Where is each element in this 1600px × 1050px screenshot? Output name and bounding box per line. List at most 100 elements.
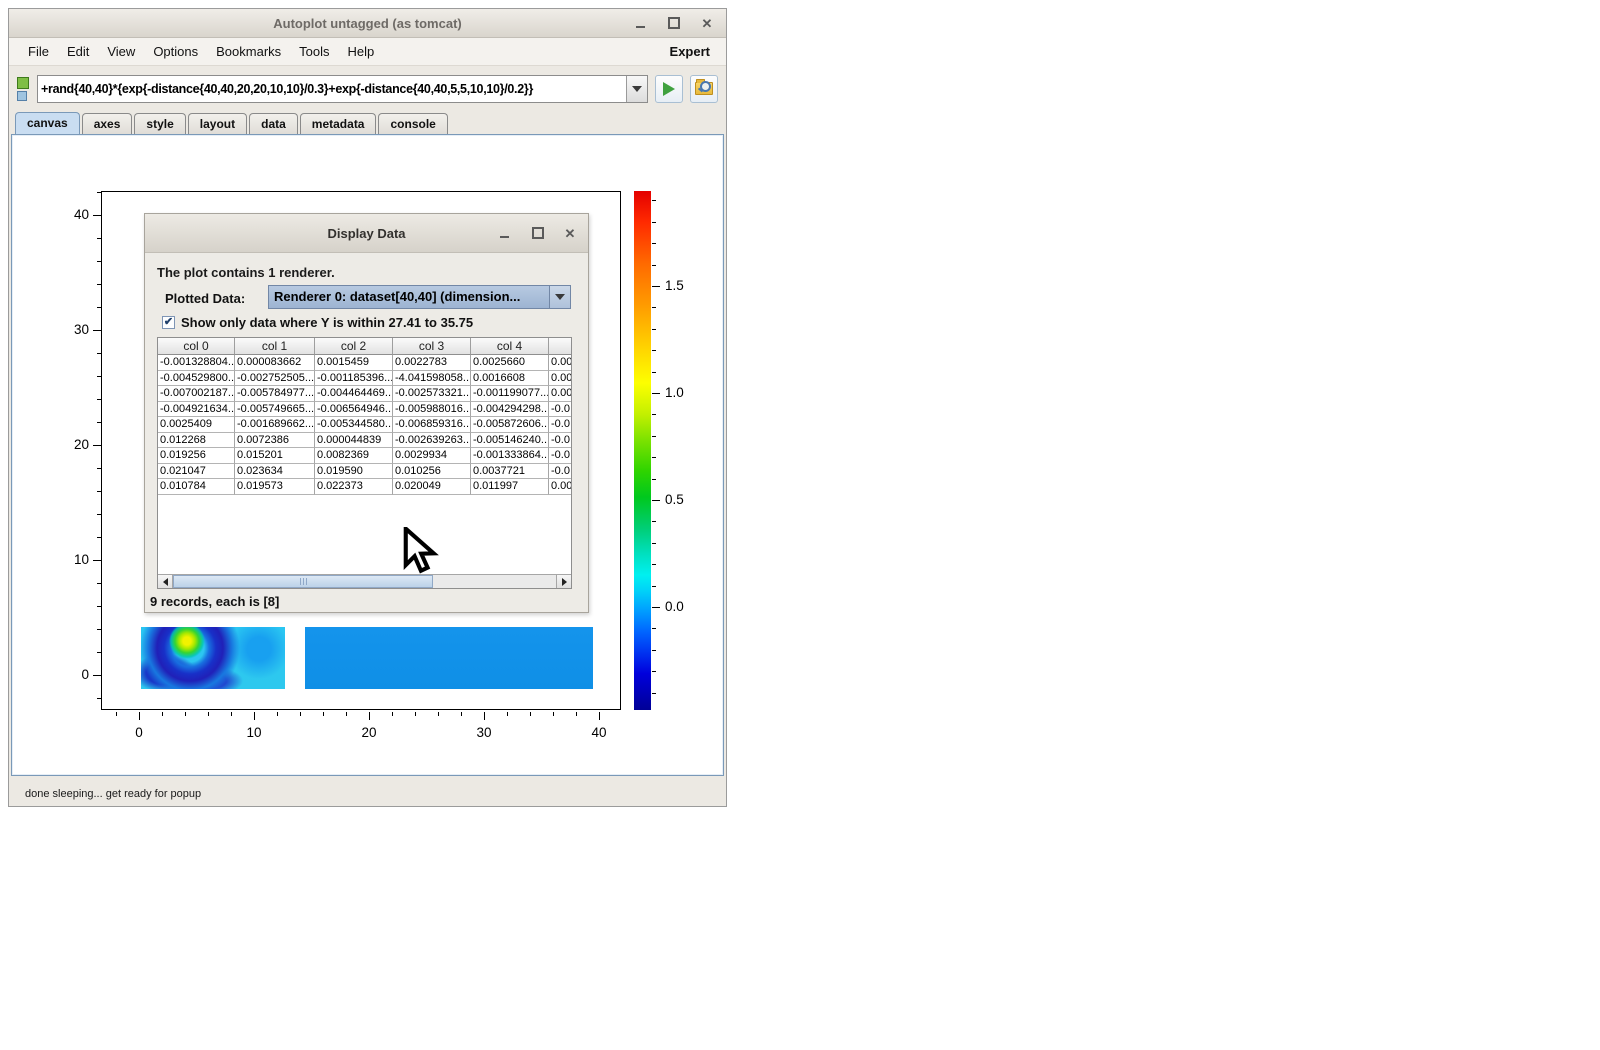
column-header[interactable]: col 3 [393,338,471,355]
table-row[interactable]: -0.004921634...-0.005749665...-0.0065649… [158,402,571,418]
colorbar-tick [652,693,656,694]
tab-layout[interactable]: layout [188,113,247,134]
table-cell: -0.002639263... [393,433,471,449]
horizontal-scrollbar[interactable] [158,574,571,588]
table-cell: -0.005988016... [393,402,471,418]
menu-options[interactable]: Options [144,40,207,63]
plot-canvas[interactable]: 4030201000102030401.51.00.50.0 Display D… [11,134,724,776]
menu-file[interactable]: File [19,40,58,63]
close-icon: ✕ [565,227,576,240]
table-cell: -0.001185396... [315,371,393,387]
dialog-close-button[interactable]: ✕ [562,225,578,241]
x-axis-tick [530,712,531,716]
y-axis-tick [97,238,101,239]
uri-dropdown-button[interactable] [626,76,647,102]
tab-data[interactable]: data [249,113,298,134]
y-axis-tick [97,491,101,492]
table-cell: -0.002573321... [393,386,471,402]
column-header[interactable] [549,338,571,355]
plotted-data-combobox[interactable]: Renderer 0: dataset[40,40] (dimension... [268,285,571,309]
x-axis-tick [139,712,140,720]
uri-combobox[interactable]: +rand{40,40}*{exp{-distance{40,40,20,20,… [37,75,648,103]
status-bar: done sleeping... get ready for popup [9,776,726,806]
x-axis-tick [116,712,117,716]
table-cell: -0.0 [549,448,571,464]
uri-input[interactable]: +rand{40,40}*{exp{-distance{40,40,20,20,… [38,76,626,102]
green-status-square-icon [17,77,29,89]
table-row[interactable]: -0.001328804...0.0000836620.00154590.002… [158,355,571,371]
blue-status-square-icon [17,91,27,101]
colorbar-tick [652,372,656,373]
menu-expert[interactable]: Expert [664,40,716,63]
tab-canvas[interactable]: canvas [15,112,80,134]
dialog-minimize-button[interactable] [496,225,512,241]
y-axis-tick [97,399,101,400]
colorbar-label: 1.5 [665,278,684,294]
table-cell: 0.022373 [315,479,393,495]
table-row[interactable]: 0.0192560.0152010.00823690.0029934-0.001… [158,448,571,464]
colorbar-tick [652,350,656,351]
y-axis-tick [97,629,101,630]
x-axis-tick [461,712,462,716]
table-cell: -0.005749665... [235,402,315,418]
y-axis-tick [97,284,101,285]
table-cell: -0.005146240... [471,433,549,449]
colorbar[interactable] [634,191,651,710]
minimize-icon [636,26,645,28]
folder-magnifier-icon [695,82,713,95]
y-axis-tick [93,330,101,331]
colorbar-tick [652,564,656,565]
tab-axes[interactable]: axes [82,113,133,134]
y-axis-label: 40 [48,207,89,223]
table-row[interactable]: 0.0107840.0195730.0223730.0200490.011997… [158,479,571,495]
scrollbar-thumb[interactable] [173,575,433,588]
window-maximize-button[interactable] [666,15,682,31]
x-axis-tick [415,712,416,716]
table-row[interactable]: 0.0122680.00723860.000044839-0.002639263… [158,433,571,449]
y-axis-label: 10 [48,552,89,568]
scroll-right-button[interactable] [556,575,571,588]
table-cell: -0.005872606... [471,417,549,433]
column-header[interactable]: col 4 [471,338,549,355]
filter-checkbox[interactable]: ✔ [162,316,175,329]
menu-view[interactable]: View [98,40,144,63]
renderer-count-text: The plot contains 1 renderer. [157,265,335,280]
x-axis-tick [484,712,485,720]
column-header[interactable]: col 0 [158,338,235,355]
x-axis-tick [254,712,255,720]
colorbar-tick [652,628,656,629]
uri-toolbar: +rand{40,40}*{exp{-distance{40,40,20,20,… [9,66,726,111]
menu-edit[interactable]: Edit [58,40,98,63]
tab-console[interactable]: console [378,113,447,134]
table-cell: 0.0029934 [393,448,471,464]
menu-tools[interactable]: Tools [290,40,338,63]
table-row[interactable]: 0.0210470.0236340.0195900.0102560.003772… [158,464,571,480]
dialog-maximize-button[interactable] [530,225,546,241]
menu-items: FileEditViewOptionsBookmarksToolsHelp [19,40,383,63]
table-cell: -0.005784977... [235,386,315,402]
column-header[interactable]: col 1 [235,338,315,355]
scroll-left-button[interactable] [158,575,173,588]
y-axis-tick [97,307,101,308]
y-axis-label: 30 [48,322,89,338]
x-axis-label: 10 [234,725,274,740]
window-titlebar[interactable]: Autoplot untagged (as tomcat) ✕ [9,9,726,38]
menu-bookmarks[interactable]: Bookmarks [207,40,290,63]
y-axis-tick [93,215,101,216]
tab-style[interactable]: style [134,113,185,134]
tab-metadata[interactable]: metadata [300,113,377,134]
table-row[interactable]: -0.007002187...-0.005784977...-0.0044644… [158,386,571,402]
inspect-uri-button[interactable] [690,75,718,103]
column-header[interactable]: col 2 [315,338,393,355]
combo-dropdown-button[interactable] [549,286,570,308]
window-close-button[interactable]: ✕ [699,15,715,31]
table-cell: 0.010784 [158,479,235,495]
table-row[interactable]: -0.004529800...-0.002752505...-0.0011853… [158,371,571,387]
status-message: done sleeping... get ready for popup [25,788,201,800]
window-minimize-button[interactable] [632,15,648,31]
menu-help[interactable]: Help [339,40,384,63]
go-button[interactable] [655,75,683,103]
dialog-titlebar[interactable]: Display Data ✕ [145,214,588,253]
table-row[interactable]: 0.0025409-0.001689662...-0.005344580...-… [158,417,571,433]
filter-label: Show only data where Y is within 27.41 t… [181,315,473,330]
